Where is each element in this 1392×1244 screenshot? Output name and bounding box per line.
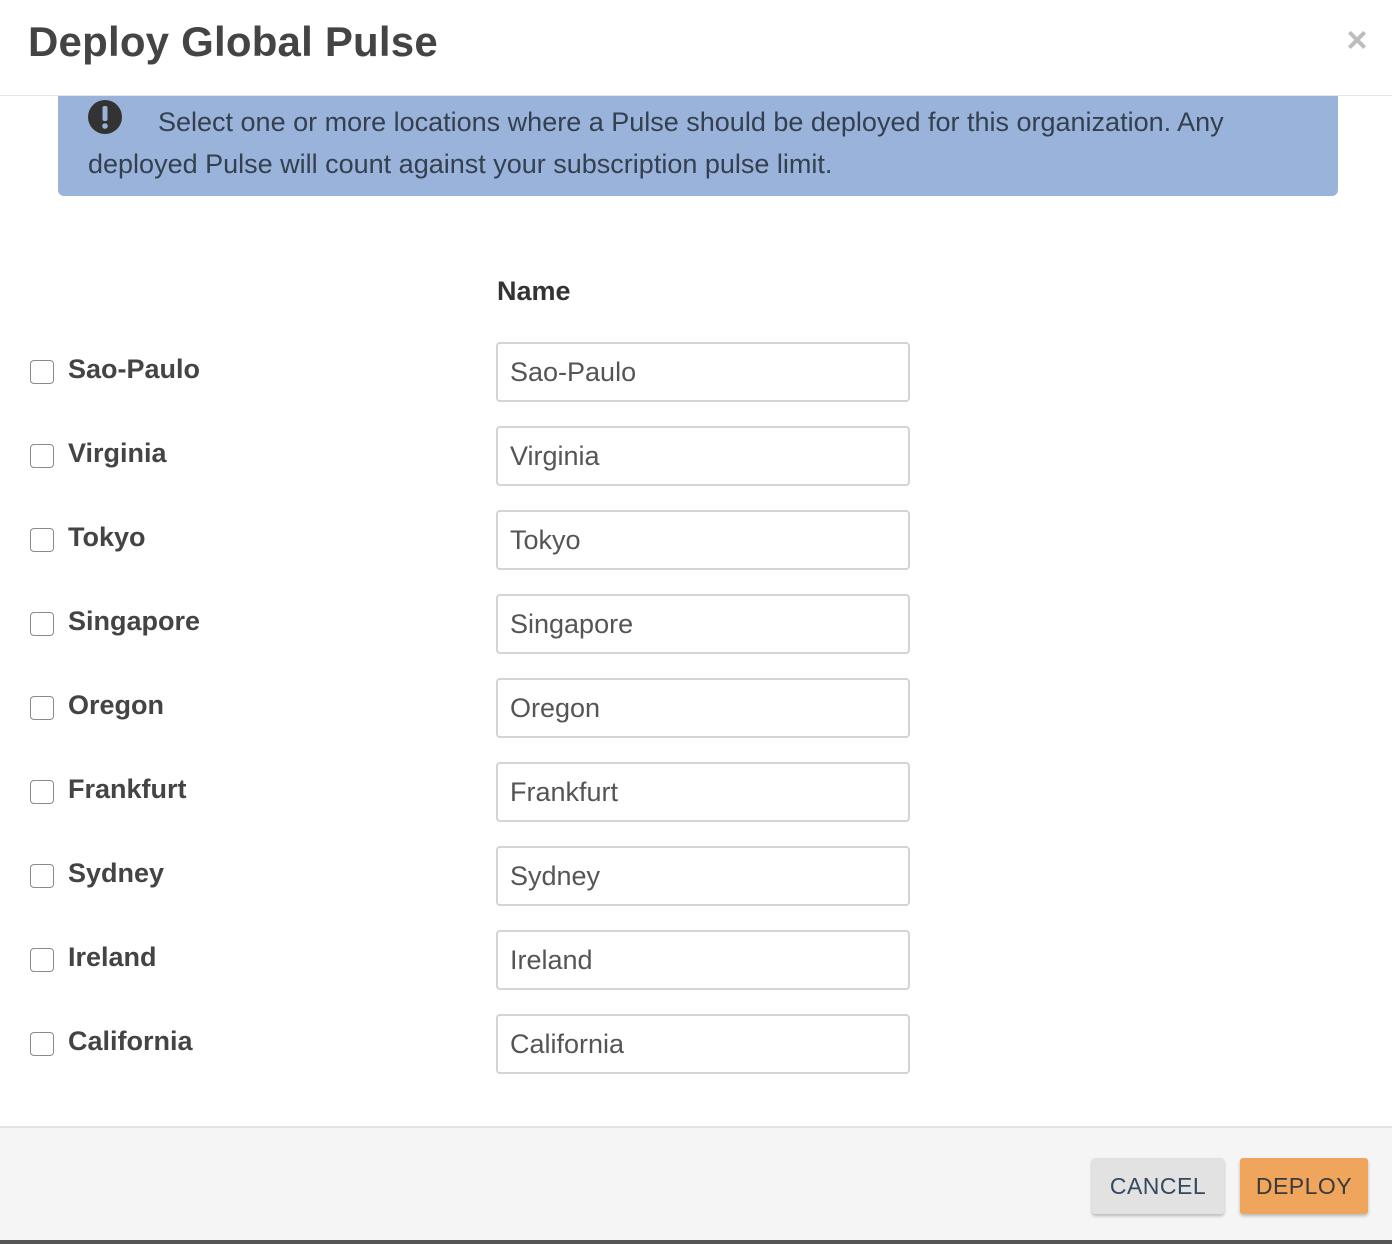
exclamation-circle-icon: [88, 100, 122, 134]
location-row-sydney: Sydney: [0, 846, 1392, 930]
location-checkbox-singapore[interactable]: [30, 612, 54, 636]
location-label-ireland: Ireland: [68, 942, 157, 972]
location-name-input-sao-paulo[interactable]: [496, 342, 910, 402]
location-name-input-california[interactable]: [496, 1014, 910, 1074]
location-label-california: California: [68, 1026, 193, 1056]
location-label-tokyo: Tokyo: [68, 522, 146, 552]
location-name-input-sydney[interactable]: [496, 846, 910, 906]
location-label-sao-paulo: Sao-Paulo: [68, 354, 201, 384]
location-name-input-frankfurt[interactable]: [496, 762, 910, 822]
location-checkbox-frankfurt[interactable]: [30, 780, 54, 804]
location-checkbox-sao-paulo[interactable]: [30, 360, 54, 384]
location-list: Sao-Paulo Virginia Tokyo Singapore Orego…: [0, 342, 1392, 1098]
location-row-tokyo: Tokyo: [0, 510, 1392, 594]
location-row-singapore: Singapore: [0, 594, 1392, 678]
deploy-button[interactable]: DEPLOY: [1240, 1158, 1368, 1214]
name-column-header: Name: [497, 276, 571, 306]
dialog-title: Deploy Global Pulse: [28, 18, 438, 65]
location-row-sao-paulo: Sao-Paulo: [0, 342, 1392, 426]
location-name-input-tokyo[interactable]: [496, 510, 910, 570]
location-name-input-virginia[interactable]: [496, 426, 910, 486]
location-row-oregon: Oregon: [0, 678, 1392, 762]
location-label-frankfurt: Frankfurt: [68, 774, 187, 804]
location-row-california: California: [0, 1014, 1392, 1098]
info-alert: Select one or more locations where a Pul…: [58, 96, 1338, 196]
location-label-virginia: Virginia: [68, 438, 167, 468]
location-checkbox-california[interactable]: [30, 1032, 54, 1056]
location-name-input-singapore[interactable]: [496, 594, 910, 654]
close-icon[interactable]: ×: [1344, 22, 1370, 58]
location-checkbox-virginia[interactable]: [30, 444, 54, 468]
location-checkbox-oregon[interactable]: [30, 696, 54, 720]
dialog-footer: CANCEL DEPLOY: [0, 1126, 1392, 1244]
alert-message: Select one or more locations where a Pul…: [88, 107, 1224, 179]
location-checkbox-tokyo[interactable]: [30, 528, 54, 552]
location-name-input-ireland[interactable]: [496, 930, 910, 990]
location-checkbox-ireland[interactable]: [30, 948, 54, 972]
location-label-sydney: Sydney: [68, 858, 165, 888]
dialog-header: Deploy Global Pulse ×: [0, 0, 1392, 96]
location-row-virginia: Virginia: [0, 426, 1392, 510]
location-row-ireland: Ireland: [0, 930, 1392, 1014]
cancel-button[interactable]: CANCEL: [1092, 1158, 1224, 1214]
deploy-global-pulse-dialog: Deploy Global Pulse × Select one or more…: [0, 0, 1392, 1244]
background-page-edge: [0, 1240, 1392, 1244]
location-label-singapore: Singapore: [68, 606, 201, 636]
location-checkbox-sydney[interactable]: [30, 864, 54, 888]
location-row-frankfurt: Frankfurt: [0, 762, 1392, 846]
location-name-input-oregon[interactable]: [496, 678, 910, 738]
location-label-oregon: Oregon: [68, 690, 165, 720]
